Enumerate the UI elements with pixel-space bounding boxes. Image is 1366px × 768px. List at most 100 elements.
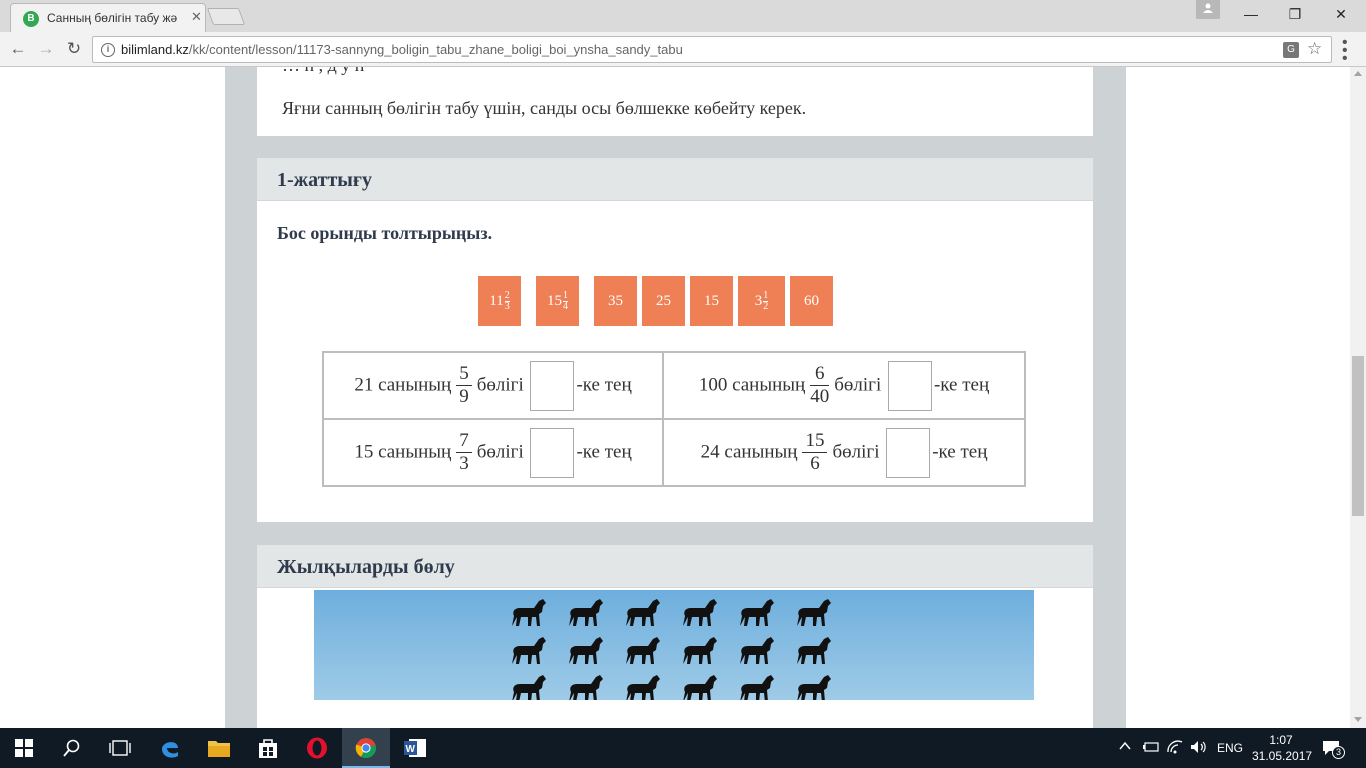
translate-icon[interactable]: G: [1283, 42, 1299, 58]
task-view-button[interactable]: [96, 728, 144, 768]
exercise-cell: 24 санының 15 6 бөлігі -ке тең: [662, 418, 1026, 487]
svg-text:W: W: [406, 744, 416, 755]
page-viewport: … п , д у п Яғни санның бөлігін табу үші…: [0, 67, 1350, 728]
close-window-button[interactable]: ✕: [1318, 0, 1364, 28]
store-button[interactable]: [244, 728, 292, 768]
clock-date: 31.05.2017: [1252, 749, 1313, 763]
horse-icon: [797, 675, 831, 700]
battery-icon[interactable]: [1142, 740, 1160, 768]
opera-button[interactable]: [293, 728, 341, 768]
exercise-table: 21 санының 5 9 бөлігі -ке тең 100 санының 6 4…: [322, 351, 1026, 487]
horse-icon: [797, 637, 831, 664]
bookmark-star-icon[interactable]: ☆: [1307, 39, 1322, 59]
bilimland-favicon-icon: B: [23, 11, 39, 27]
minimize-button[interactable]: —: [1228, 0, 1274, 28]
reload-button[interactable]: ↻: [62, 37, 86, 61]
horse-icon: [569, 599, 603, 626]
table-row: 21 санының 5 9 бөлігі -ке тең 100 санының 6 4…: [322, 351, 1026, 420]
page-scrollbar[interactable]: [1350, 67, 1366, 728]
edge-icon: [162, 742, 178, 758]
scroll-thumb[interactable]: [1352, 356, 1364, 516]
profile-button[interactable]: [1196, 0, 1220, 19]
browser-toolbar: ← → ↻ i bilimland.kz/kk/content/lesson/1…: [0, 32, 1366, 67]
horse-icon: [626, 599, 660, 626]
horse-icon: [683, 599, 717, 626]
exercise-title: 1-жаттығу: [257, 158, 1093, 201]
site-info-icon[interactable]: i: [101, 43, 115, 57]
back-button[interactable]: ←: [6, 37, 30, 61]
answer-drop-box[interactable]: [886, 427, 931, 478]
tab-title: Санның бөлігін табу жә: [47, 11, 178, 25]
search-button[interactable]: [48, 728, 96, 768]
intro-text: Яғни санның бөлігін табу үшін, санды осы…: [282, 98, 807, 118]
exercise-instruction: Бос орынды толтырыңыз.: [277, 223, 493, 243]
windows-logo-icon: [15, 739, 33, 757]
exercise-cell: 21 санының 5 9 бөлігі -ке тең: [322, 351, 664, 420]
tab-close-icon[interactable]: ✕: [191, 9, 202, 25]
new-tab-button[interactable]: [206, 8, 246, 25]
horse-icon: [740, 675, 774, 700]
search-icon: [63, 739, 80, 757]
horse-icon: [512, 599, 546, 626]
word-button[interactable]: W: [391, 728, 439, 768]
table-row: 15 санының 7 3 бөлігі -ке тең 24 санының 15 6…: [322, 418, 1026, 487]
horse-icon: [569, 637, 603, 664]
horse-icon: [683, 637, 717, 664]
answer-chip[interactable]: 60: [790, 276, 833, 326]
person-icon: [1203, 3, 1213, 13]
horse-icon: [683, 675, 717, 700]
answer-drop-box[interactable]: [530, 427, 575, 478]
language-indicator[interactable]: ENG: [1217, 728, 1243, 768]
clock[interactable]: 1:07 31.05.2017: [1252, 728, 1313, 768]
file-explorer-button[interactable]: [195, 728, 243, 768]
address-bar[interactable]: i bilimland.kz/kk/content/lesson/11173-s…: [92, 36, 1332, 63]
answer-drop-box[interactable]: [530, 360, 575, 411]
horses-illustration: [314, 590, 1034, 700]
horse-icon: [626, 637, 660, 664]
answer-drop-box[interactable]: [887, 360, 932, 411]
windows-taskbar: W ENG 1:07 31.05.2017 3: [0, 728, 1366, 768]
horses-card: Жылқыларды бөлу: [257, 545, 1093, 728]
scroll-up-arrow-icon[interactable]: [1354, 71, 1362, 76]
volume-icon[interactable]: [1190, 740, 1208, 768]
store-bag-icon: [259, 739, 277, 758]
tray-chevron-icon[interactable]: [1118, 739, 1132, 768]
restore-button[interactable]: ❐: [1272, 0, 1318, 28]
intro-card: … п , д у п Яғни санның бөлігін табу үші…: [257, 67, 1093, 136]
word-icon: W: [404, 739, 426, 757]
folder-icon: [208, 741, 230, 757]
task-view-icon: [109, 740, 131, 756]
action-center-icon[interactable]: 3: [1322, 740, 1345, 768]
chrome-taskbar-button[interactable]: [342, 728, 390, 768]
forward-button[interactable]: →: [34, 37, 58, 61]
answer-chip[interactable]: 35: [594, 276, 637, 326]
intro-cut-line: … п , д у п: [282, 67, 364, 76]
edge-button[interactable]: [146, 728, 194, 768]
horse-icon: [740, 599, 774, 626]
horse-icon: [569, 675, 603, 700]
exercise-card: 1-жаттығу Бос орынды толтырыңыз. 11 2 3 15…: [257, 158, 1093, 522]
browser-titlebar: B Санның бөлігін табу жә ✕ — ❐ ✕: [0, 0, 1366, 32]
wifi-icon[interactable]: [1166, 740, 1184, 768]
horse-icon: [512, 637, 546, 664]
notification-count: 3: [1332, 746, 1345, 759]
url-text: bilimland.kz/kk/content/lesson/11173-san…: [121, 42, 683, 57]
chrome-menu-icon[interactable]: • • •: [1342, 35, 1348, 67]
horses-title: Жылқыларды бөлу: [257, 545, 1093, 588]
answer-chip[interactable]: 11 2 3: [478, 276, 521, 326]
horse-icon: [626, 675, 660, 700]
browser-tab[interactable]: B Санның бөлігін табу жә ✕: [10, 3, 206, 32]
horse-icon: [512, 675, 546, 700]
answer-chip[interactable]: 15: [690, 276, 733, 326]
exercise-cell: 15 санының 7 3 бөлігі -ке тең: [322, 418, 664, 487]
answer-chip[interactable]: 15 1 4: [536, 276, 579, 326]
clock-time: 1:07: [1269, 733, 1293, 747]
horse-icon: [740, 637, 774, 664]
start-button[interactable]: [0, 728, 48, 768]
answer-chip[interactable]: 25: [642, 276, 685, 326]
horse-icon: [797, 599, 831, 626]
scroll-down-arrow-icon[interactable]: [1354, 717, 1362, 722]
exercise-cell: 100 санының 6 40 бөлігі -ке тең: [662, 351, 1026, 420]
answer-chip[interactable]: 312: [738, 276, 785, 326]
chrome-icon: [355, 738, 376, 759]
